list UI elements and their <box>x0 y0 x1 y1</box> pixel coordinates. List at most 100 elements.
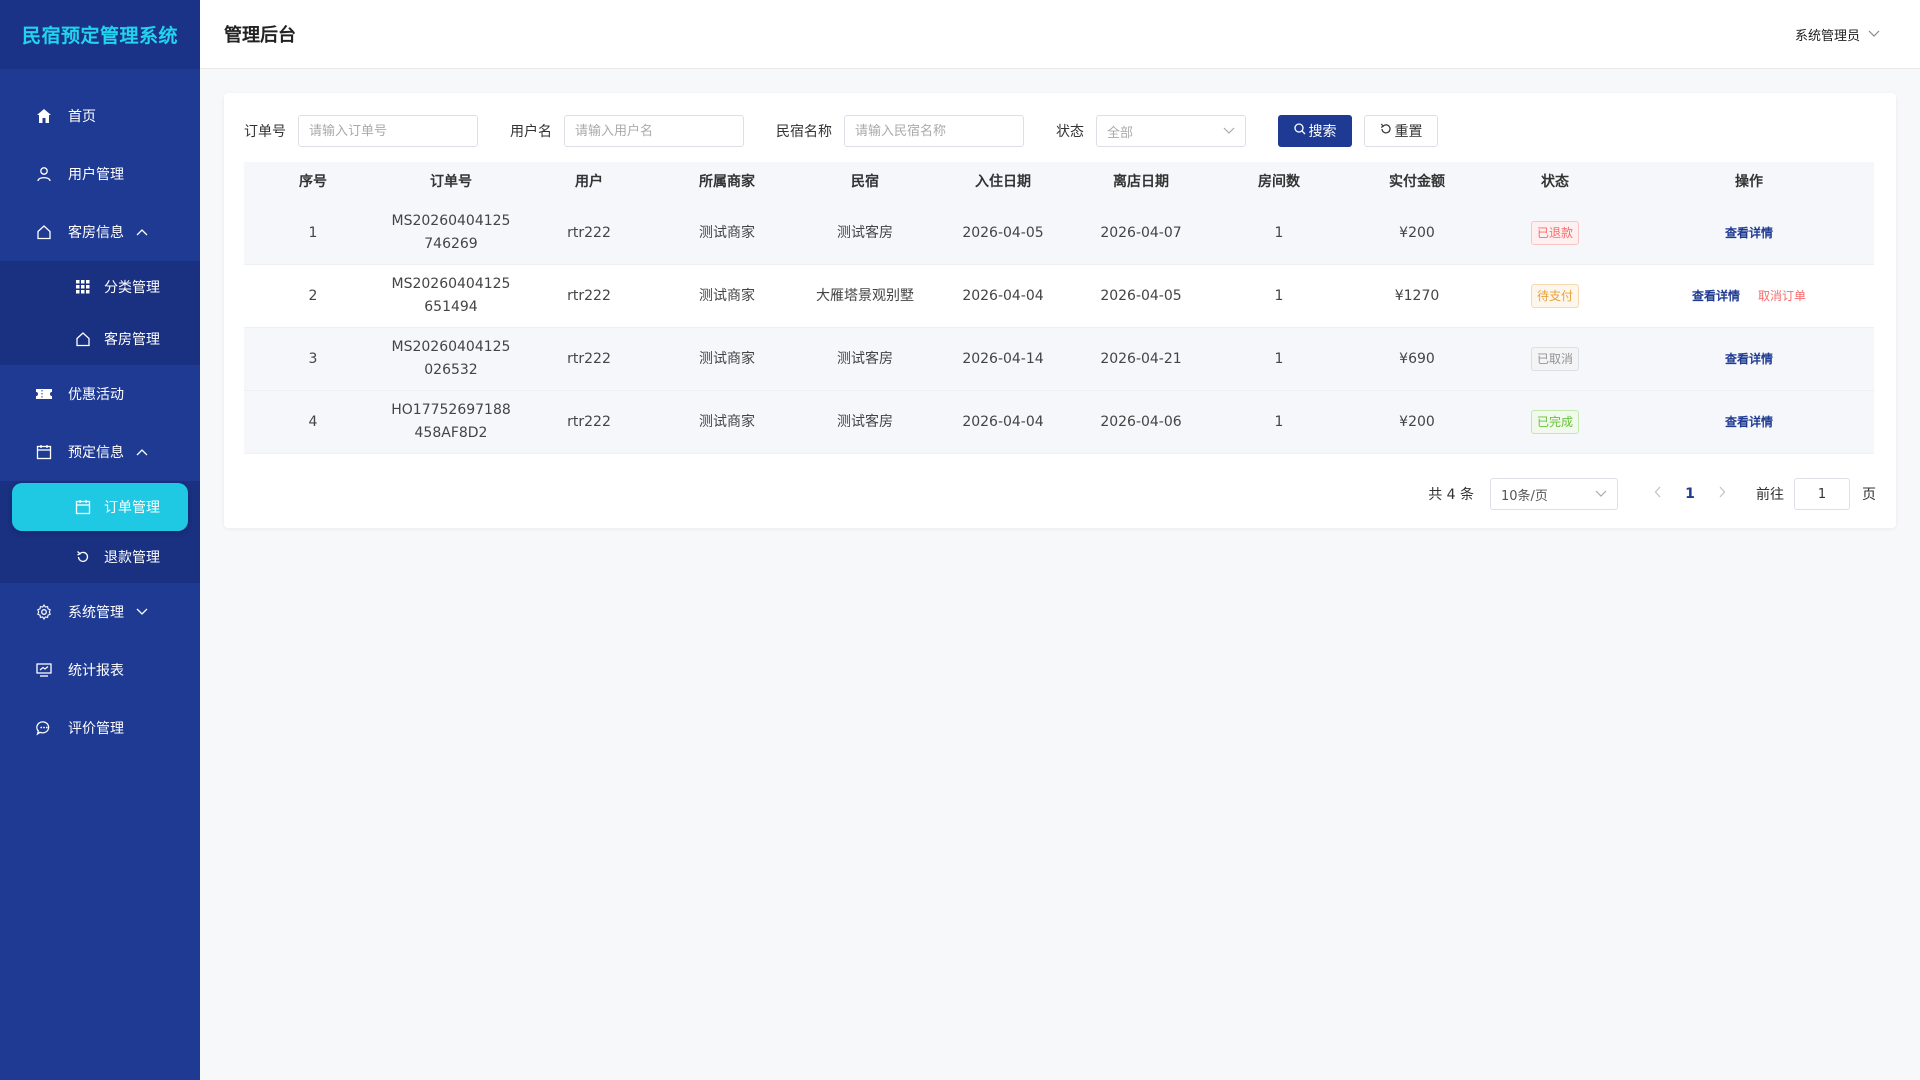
order-no-input[interactable] <box>298 115 478 147</box>
ticket-icon <box>34 384 54 404</box>
booking-submenu: 订单管理 退款管理 <box>0 481 200 583</box>
cell-amount: ¥690 <box>1399 350 1435 367</box>
cell-merchant: 测试商家 <box>699 350 755 367</box>
sidebar-item-label: 订单管理 <box>104 500 160 516</box>
cell-order-no: HO17752697188 458AF8D2 <box>391 402 511 441</box>
reset-button[interactable]: 重置 <box>1364 115 1438 147</box>
view-details-link[interactable]: 查看详情 <box>1725 222 1773 245</box>
sidebar-item-users[interactable]: 用户管理 <box>0 145 200 203</box>
cell-rooms: 1 <box>1274 287 1284 304</box>
page-size-value: 10条/页 <box>1501 488 1548 504</box>
cell-checkout: 2026-04-05 <box>1100 287 1182 304</box>
cell-merchant: 测试商家 <box>699 224 755 241</box>
cell-rooms: 1 <box>1274 413 1284 430</box>
sidebar-item-label: 首页 <box>68 109 96 125</box>
cell-actions: 查看详情 取消订单 <box>1624 285 1874 308</box>
sidebar: 民宿预定管理系统 首页 用户管理 客房信息 分类管理 客房管理 优惠活动 预定信… <box>0 0 200 1080</box>
total-count: 共 4 条 <box>1428 487 1474 503</box>
cell-checkout: 2026-04-07 <box>1100 224 1182 241</box>
sidebar-item-label: 客房管理 <box>104 332 160 348</box>
user-menu[interactable]: 系统管理员 <box>1795 25 1880 44</box>
sidebar-menu: 首页 用户管理 客房信息 分类管理 客房管理 优惠活动 预定信息 订单管理 退款… <box>0 87 200 757</box>
cell-amount: ¥200 <box>1399 224 1435 241</box>
cell-rooms: 1 <box>1274 350 1284 367</box>
sidebar-item-label: 评价管理 <box>68 721 124 737</box>
sidebar-item-label: 预定信息 <box>68 445 124 461</box>
cell-user: rtr222 <box>567 350 611 367</box>
chevron-down-icon <box>1223 124 1235 139</box>
order-card: 订单号 用户名 民宿名称 状态 全部 搜索 重置 <box>224 93 1896 528</box>
user-icon <box>34 164 54 184</box>
cell-status: 已退款 <box>1486 221 1624 245</box>
sidebar-item-label: 用户管理 <box>68 167 124 183</box>
order-no-label: 订单号 <box>244 124 286 140</box>
cell-order-no: MS20260404125 026532 <box>391 339 511 378</box>
username-input[interactable] <box>564 115 744 147</box>
status-label: 状态 <box>1056 124 1084 140</box>
sidebar-item-reviews[interactable]: 评价管理 <box>0 699 200 757</box>
sidebar-item-system[interactable]: 系统管理 <box>0 583 200 641</box>
cell-checkin: 2026-04-14 <box>962 350 1044 367</box>
status-select-value: 全部 <box>1107 125 1134 141</box>
cell-amount: ¥200 <box>1399 413 1435 430</box>
cancel-order-link[interactable]: 取消订单 <box>1758 285 1806 308</box>
col-header: 序号 <box>299 173 327 190</box>
cell-checkout: 2026-04-06 <box>1100 413 1182 430</box>
table-row: 3 MS20260404125 026532 rtr222 测试商家 测试客房 … <box>244 328 1874 391</box>
sidebar-item-label: 分类管理 <box>104 280 160 296</box>
sidebar-item-promotions[interactable]: 优惠活动 <box>0 365 200 423</box>
sidebar-item-room-info[interactable]: 客房信息 <box>0 203 200 261</box>
cell-actions: 查看详情 <box>1624 222 1874 245</box>
status-badge: 待支付 <box>1530 284 1579 308</box>
col-header: 离店日期 <box>1113 173 1169 190</box>
sidebar-item-rooms[interactable]: 客房管理 <box>0 313 200 365</box>
reset-button-label: 重置 <box>1394 124 1423 140</box>
page-number-current[interactable]: 1 <box>1674 486 1706 502</box>
chevron-up-icon <box>136 228 148 236</box>
sidebar-item-home[interactable]: 首页 <box>0 87 200 145</box>
search-button[interactable]: 搜索 <box>1278 115 1352 147</box>
cell-actions: 查看详情 <box>1624 348 1874 371</box>
house-outline-icon <box>34 222 54 242</box>
cell-status: 已完成 <box>1486 410 1624 434</box>
sidebar-item-category[interactable]: 分类管理 <box>0 261 200 313</box>
search-icon <box>1293 123 1306 139</box>
cell-order-no: MS20260404125 651494 <box>391 276 511 315</box>
sidebar-item-reports[interactable]: 统计报表 <box>0 641 200 699</box>
homestay-name-input[interactable] <box>844 115 1024 147</box>
chat-bubble-icon <box>34 718 54 738</box>
cell-user: rtr222 <box>567 287 611 304</box>
sidebar-item-orders[interactable]: 订单管理 <box>12 483 188 531</box>
status-select[interactable]: 全部 <box>1096 115 1246 147</box>
col-header: 用户 <box>575 173 603 190</box>
sidebar-item-label: 统计报表 <box>68 663 124 679</box>
home-icon <box>34 106 54 126</box>
calendar-icon <box>34 442 54 462</box>
col-header: 订单号 <box>430 173 472 190</box>
page-unit-label: 页 <box>1862 487 1876 503</box>
cell-merchant: 测试商家 <box>699 413 755 430</box>
room-submenu: 分类管理 客房管理 <box>0 261 200 365</box>
sidebar-item-refunds[interactable]: 退款管理 <box>0 531 200 583</box>
cell-index: 2 <box>308 287 318 304</box>
cell-homestay: 测试客房 <box>837 350 893 367</box>
view-details-link[interactable]: 查看详情 <box>1692 285 1740 308</box>
col-header: 实付金额 <box>1389 173 1445 190</box>
next-page-button[interactable] <box>1706 486 1738 502</box>
sidebar-item-label: 退款管理 <box>104 550 160 566</box>
chevron-up-icon <box>136 448 148 456</box>
view-details-link[interactable]: 查看详情 <box>1725 348 1773 371</box>
cell-homestay: 大雁塔景观别墅 <box>816 287 914 304</box>
view-details-link[interactable]: 查看详情 <box>1725 411 1773 434</box>
cell-amount: ¥1270 <box>1394 287 1440 304</box>
col-header: 所属商家 <box>699 173 755 190</box>
prev-page-button[interactable] <box>1642 486 1674 502</box>
page-title: 管理后台 <box>224 25 296 46</box>
chevron-down-icon <box>1595 487 1607 502</box>
refresh-icon <box>1380 123 1392 139</box>
goto-page-input[interactable]: 1 <box>1794 478 1850 510</box>
grid-icon <box>74 278 92 296</box>
sidebar-item-booking-info[interactable]: 预定信息 <box>0 423 200 481</box>
page-size-select[interactable]: 10条/页 <box>1490 478 1618 510</box>
table-row: 4 HO17752697188 458AF8D2 rtr222 测试商家 测试客… <box>244 391 1874 454</box>
